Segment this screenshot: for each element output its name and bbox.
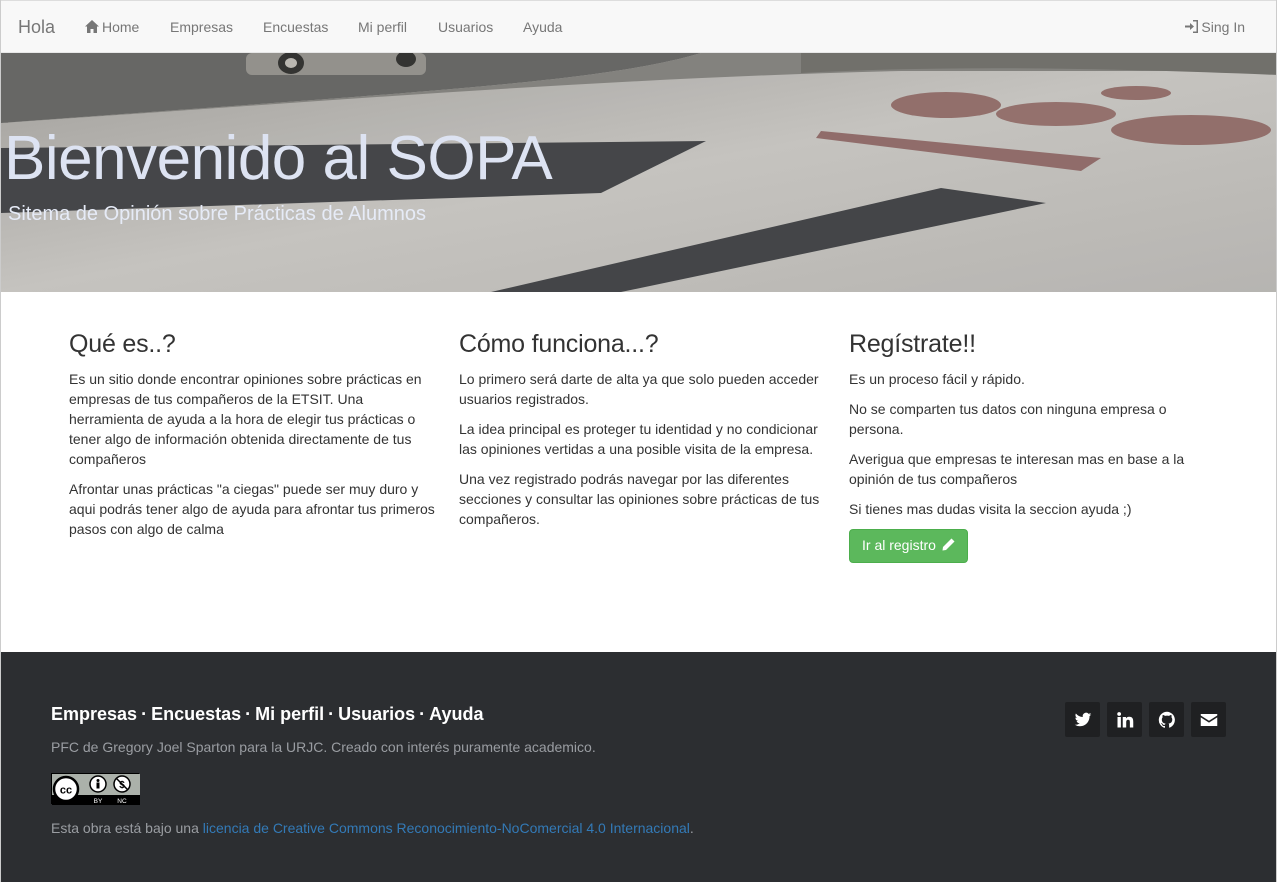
footer-nav: Empresas · Encuestas · Mi perfil · Usuarios · Ay… — [51, 704, 484, 724]
column-paragraph: Si tienes mas dudas visita la seccion ay… — [849, 501, 1132, 517]
column-paragraph: La idea principal es proteger tu identid… — [459, 421, 818, 457]
column-paragraph: Es un proceso fácil y rápido. — [849, 371, 1025, 387]
svg-text:BY: BY — [94, 798, 103, 805]
github-icon — [1158, 711, 1175, 728]
column-paragraph: No se comparten tus datos con ninguna em… — [849, 401, 1167, 437]
column-paragraph: Lo primero será darte de alta ya que sol… — [459, 371, 819, 407]
column-que-es: Qué es..? Es un sitio donde encontrar op… — [69, 330, 439, 549]
column-como-funciona: Cómo funciona...? Lo primero será darte … — [459, 330, 829, 539]
linkedin-icon — [1116, 711, 1133, 727]
navbar-brand[interactable]: Hola — [18, 17, 55, 38]
email-button[interactable] — [1191, 702, 1226, 737]
column-title: Qué es..? — [69, 330, 176, 358]
hero-title: Bienvenido al SOPA — [4, 124, 553, 193]
column-title: Regístrate!! — [849, 330, 976, 358]
hero-banner: Bienvenido al SOPA Sitema de Opinión sob… — [1, 53, 1276, 292]
nav-item-label: Home — [102, 19, 140, 35]
footer-link-mi-perfil[interactable]: Mi perfil — [255, 704, 324, 724]
nav-item-empresas[interactable]: Empresas — [170, 19, 233, 35]
nav-item-usuarios[interactable]: Usuarios — [438, 19, 493, 35]
nav-item-home[interactable]: Home — [85, 19, 139, 35]
hero-subtitle: Sitema de Opinión sobre Prácticas de Alu… — [8, 203, 426, 225]
linkedin-button[interactable] — [1107, 702, 1142, 737]
column-registrate: Regístrate!! Es un proceso fácil y rápid… — [849, 330, 1219, 563]
footer-link-encuestas[interactable]: Encuestas — [151, 704, 241, 724]
footer: Empresas · Encuestas · Mi perfil · Usuarios · Ay… — [1, 652, 1276, 882]
svg-text:NC: NC — [117, 798, 127, 805]
nav-item-ayuda[interactable]: Ayuda — [523, 19, 562, 35]
column-paragraph: Averigua que empresas te interesan mas e… — [849, 451, 1185, 487]
cc-by-nc-icon[interactable]: cc $ BY NC — [51, 773, 140, 805]
footer-credit: PFC de Gregory Joel Sparton para la URJC… — [51, 739, 596, 755]
twitter-button[interactable] — [1065, 702, 1100, 737]
signin-link[interactable]: Sing In — [1185, 19, 1245, 35]
column-paragraph: Afrontar unas prácticas "a ciegas" puede… — [69, 481, 435, 537]
log-in-icon — [1185, 20, 1199, 33]
register-button[interactable]: Ir al registro — [849, 529, 968, 563]
navbar: Hola Home Empresas Encuestas Mi perfil U… — [1, 0, 1276, 53]
signin-label: Sing In — [1201, 19, 1245, 35]
column-title: Cómo funciona...? — [459, 330, 659, 358]
footer-link-empresas[interactable]: Empresas — [51, 704, 137, 724]
license-link[interactable]: licencia de Creative Commons Reconocimie… — [203, 820, 690, 836]
svg-text:cc: cc — [60, 785, 72, 797]
social-links — [1065, 702, 1226, 737]
twitter-icon — [1074, 712, 1091, 726]
column-paragraph: Es un sitio donde encontrar opiniones so… — [69, 371, 422, 467]
envelope-icon — [1200, 713, 1217, 726]
column-paragraph: Una vez registrado podrás navegar por la… — [459, 471, 820, 527]
home-icon — [85, 20, 99, 33]
pencil-icon — [942, 538, 955, 551]
footer-link-ayuda[interactable]: Ayuda — [429, 704, 483, 724]
nav-item-encuestas[interactable]: Encuestas — [263, 19, 328, 35]
register-button-label: Ir al registro — [862, 537, 936, 553]
footer-link-usuarios[interactable]: Usuarios — [338, 704, 415, 724]
nav-item-mi-perfil[interactable]: Mi perfil — [358, 19, 407, 35]
github-button[interactable] — [1149, 702, 1184, 737]
license-text: Esta obra está bajo una licencia de Crea… — [51, 820, 694, 836]
